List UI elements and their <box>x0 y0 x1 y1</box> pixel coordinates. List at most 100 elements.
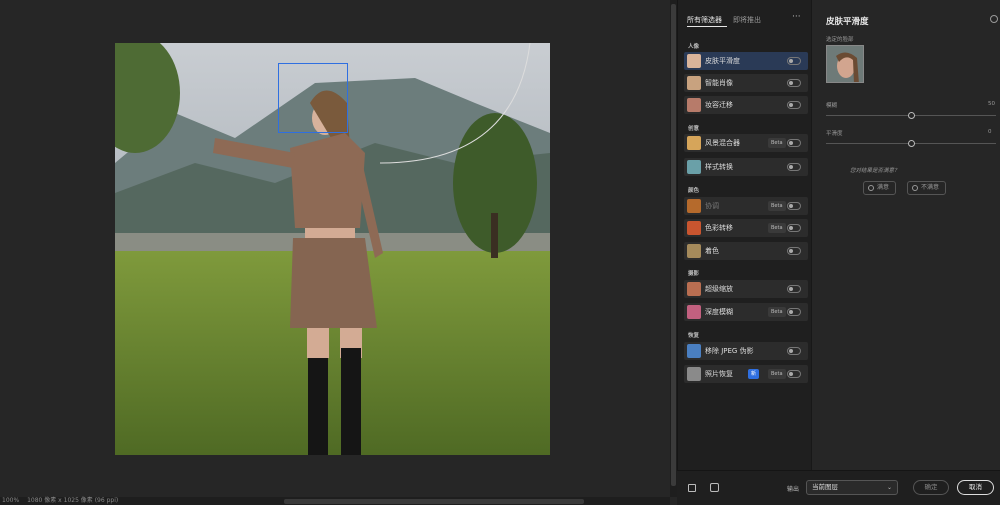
beta-badge: Beta <box>768 138 786 148</box>
canvas-area[interactable] <box>0 0 670 497</box>
output-value: 当前图层 <box>812 483 838 491</box>
cancel-button[interactable]: 取消 <box>957 480 994 495</box>
horizontal-scrollbar[interactable] <box>284 499 584 504</box>
filter-title: 皮肤平滑度 <box>826 17 869 27</box>
filter-item[interactable]: 风景混合器 Beta <box>684 134 808 152</box>
filter-item[interactable]: 移除 JPEG 伪影 <box>684 342 808 360</box>
blur-slider[interactable] <box>826 112 996 119</box>
active-tab-indicator <box>687 26 727 27</box>
layers-icon[interactable] <box>710 483 719 492</box>
filter-label: 协调 <box>705 202 719 210</box>
filter-label: 色彩转移 <box>705 224 733 232</box>
filter-item[interactable]: 超级缩放 <box>684 280 808 298</box>
beta-badge: Beta <box>768 369 786 379</box>
toggle-knob <box>789 103 793 107</box>
tab-all-filters[interactable]: 所有筛选器 <box>687 15 722 25</box>
toggle-knob <box>789 349 793 353</box>
toggle-knob <box>789 59 793 63</box>
document-info: 1080 像素 x 1025 像素 (96 ppi) <box>27 497 119 504</box>
filter-label: 着色 <box>705 247 719 255</box>
new-badge: 新 <box>748 369 760 379</box>
filter-item[interactable]: 着色 <box>684 242 808 260</box>
filter-item[interactable]: 协调 Beta <box>684 197 808 215</box>
filter-toggle[interactable] <box>787 57 801 65</box>
filter-label: 移除 JPEG 伪影 <box>705 347 754 355</box>
filter-item[interactable]: 妆容迁移 <box>684 96 808 114</box>
filter-toggle[interactable] <box>787 308 801 316</box>
filter-toggle[interactable] <box>787 224 801 232</box>
filter-thumbnail-icon <box>687 160 701 174</box>
beta-badge: Beta <box>768 307 786 317</box>
filter-label: 风景混合器 <box>705 139 740 147</box>
filter-label: 智能肖像 <box>705 79 733 87</box>
category-label: 创意 <box>688 126 700 132</box>
filter-label: 样式转换 <box>705 163 733 171</box>
beta-badge: Beta <box>768 201 786 211</box>
face-selection-box[interactable] <box>278 63 348 133</box>
beta-badge: Beta <box>768 223 786 233</box>
filter-toggle[interactable] <box>787 347 801 355</box>
thumbs-down-icon <box>912 185 918 191</box>
chevron-down-icon: ⌄ <box>887 484 893 491</box>
slider-label-blur: 模糊 <box>826 103 838 109</box>
scrollbar-thumb[interactable] <box>671 4 676 486</box>
filter-label: 深度模糊 <box>705 308 733 316</box>
blur-slider-handle[interactable] <box>908 112 915 119</box>
filter-thumbnail-icon <box>687 98 701 112</box>
smoothness-slider-handle[interactable] <box>908 140 915 147</box>
filter-item[interactable]: 照片恢复 新 Beta <box>684 365 808 383</box>
toggle-knob <box>789 372 793 376</box>
slider-value-blur: 50 <box>988 101 995 107</box>
satisfied-label: 满意 <box>877 184 890 191</box>
preview-toggle-icon[interactable] <box>688 484 696 492</box>
feedback-question: 您对结果是否满意？ <box>850 168 900 174</box>
selected-face-thumbnail[interactable] <box>826 45 864 83</box>
neural-filters-panel: 所有筛选器 即将推出 ··· 人像 皮肤平滑度 智能肖像 妆容迁移 创意 风景混合器 Bet… <box>677 0 811 505</box>
filter-label: 超级缩放 <box>705 285 733 293</box>
filter-toggle[interactable] <box>787 139 801 147</box>
filter-item[interactable]: 智能肖像 <box>684 74 808 92</box>
toggle-knob <box>789 249 793 253</box>
filter-toggle[interactable] <box>787 79 801 87</box>
satisfied-button[interactable]: 满意 <box>863 181 897 195</box>
filter-thumbnail-icon <box>687 136 701 150</box>
smoothness-slider[interactable] <box>826 140 996 147</box>
filter-thumbnail-icon <box>687 199 701 213</box>
output-label: 输出 <box>787 486 800 493</box>
filter-toggle[interactable] <box>787 163 801 171</box>
filter-thumbnail-icon <box>687 76 701 90</box>
filter-toggle[interactable] <box>787 370 801 378</box>
output-select[interactable]: 当前图层 ⌄ <box>806 480 898 495</box>
face-label: 选定的脸部 <box>826 37 854 43</box>
filter-item[interactable]: 深度模糊 Beta <box>684 303 808 321</box>
filter-label: 妆容迁移 <box>705 101 733 109</box>
filter-thumbnail-icon <box>687 305 701 319</box>
filter-thumbnail-icon <box>687 221 701 235</box>
filter-item[interactable]: 样式转换 <box>684 158 808 176</box>
slider-label-smoothness: 平滑度 <box>826 131 843 137</box>
toggle-knob <box>789 204 793 208</box>
filter-item[interactable]: 皮肤平滑度 <box>684 52 808 70</box>
filter-thumbnail-icon <box>687 54 701 68</box>
filter-item[interactable]: 色彩转移 Beta <box>684 219 808 237</box>
thumbs-up-icon <box>868 185 874 191</box>
ok-button[interactable]: 确定 <box>913 480 949 495</box>
toggle-knob <box>789 165 793 169</box>
reset-icon[interactable] <box>990 15 998 23</box>
toggle-knob <box>789 81 793 85</box>
tab-coming-soon[interactable]: 即将推出 <box>733 15 761 25</box>
toggle-knob <box>789 287 793 291</box>
filter-toggle[interactable] <box>787 101 801 109</box>
filter-toggle[interactable] <box>787 247 801 255</box>
vertical-scrollbar[interactable] <box>670 0 677 497</box>
filter-toggle[interactable] <box>787 202 801 210</box>
filter-thumbnail-icon <box>687 367 701 381</box>
filter-thumbnail-icon <box>687 344 701 358</box>
filter-toggle[interactable] <box>787 285 801 293</box>
filter-label: 皮肤平滑度 <box>705 57 740 65</box>
photo-canvas[interactable] <box>115 43 550 455</box>
not-satisfied-button[interactable]: 不满意 <box>907 181 947 195</box>
filter-label: 照片恢复 <box>705 370 733 378</box>
filter-thumbnail-icon <box>687 244 701 258</box>
more-options-icon[interactable]: ··· <box>792 12 801 22</box>
